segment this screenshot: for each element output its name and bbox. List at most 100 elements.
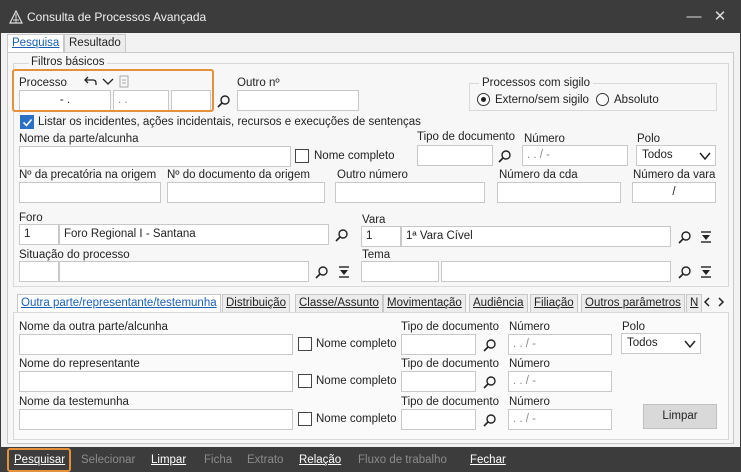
numero-cda-input[interactable]	[497, 182, 621, 203]
test-nome-completo-label: Nome completo	[316, 413, 397, 425]
tema-name-input[interactable]	[441, 261, 671, 282]
nome-completo-label: Nome completo	[314, 150, 395, 162]
fechar-button[interactable]: Fechar	[470, 454, 506, 466]
tab-classe-assunto[interactable]: Classe/Assunto	[295, 294, 383, 312]
precatoria-input[interactable]	[19, 182, 161, 203]
fluxo-trabalho-button[interactable]: Fluxo de trabalho	[358, 454, 447, 466]
search-icon[interactable]	[217, 94, 231, 108]
numero-label: Número	[524, 133, 565, 145]
search-icon[interactable]	[678, 230, 692, 244]
doc-origem-input[interactable]	[167, 182, 325, 203]
app-logo-icon	[9, 10, 23, 24]
listar-incidentes-label: Listar os incidentes, ações incidentais,…	[38, 116, 421, 128]
foro-name-input[interactable]: Foro Regional I - Santana	[59, 224, 329, 245]
vara-name-input[interactable]: 1ª Vara Cível	[401, 226, 671, 247]
tab-distribuicao[interactable]: Distribuição	[222, 294, 291, 312]
search-icon[interactable]	[483, 375, 497, 389]
polo-value: Todos	[642, 149, 673, 161]
search-icon[interactable]	[335, 228, 349, 242]
sigilo-label: Processos com sigilo	[479, 77, 594, 89]
nome-testemunha-input[interactable]	[19, 409, 293, 430]
sigilo-absoluto-label: Absoluto	[614, 94, 659, 106]
search-icon[interactable]	[315, 265, 329, 279]
outra-numero-input[interactable]: . . / -	[508, 334, 612, 355]
foro-label: Foro	[19, 212, 43, 224]
ficha-button[interactable]: Ficha	[204, 454, 232, 466]
tema-label: Tema	[362, 249, 391, 261]
close-button[interactable]: ✕	[710, 7, 730, 27]
repr-nome-completo-checkbox[interactable]	[298, 374, 312, 388]
limpar-outra-button[interactable]: Limpar	[643, 404, 717, 429]
nome-parte-input[interactable]	[19, 146, 291, 167]
filter-icon[interactable]	[699, 230, 713, 244]
situacao-code-input[interactable]	[19, 261, 59, 282]
situacao-name-input[interactable]	[59, 261, 309, 282]
footer-toolbar: Pesquisar Selecionar Limpar Ficha Extrat…	[1, 447, 740, 472]
chevron-left-icon[interactable]	[701, 295, 713, 309]
title-bar: Consulta de Processos Avançada — ✕	[1, 1, 740, 33]
outro-numero-2-input[interactable]	[335, 182, 485, 203]
tema-code-input[interactable]	[361, 261, 439, 282]
tab-resultado[interactable]: Resultado	[64, 34, 126, 52]
outra-polo-select[interactable]: Todos	[621, 333, 701, 354]
outro-numero-2-label: Outro número	[337, 169, 408, 181]
tab-filiacao[interactable]: Filiação	[530, 294, 578, 312]
extrato-button[interactable]: Extrato	[247, 454, 283, 466]
outro-numero-input[interactable]	[237, 90, 359, 111]
search-icon[interactable]	[678, 265, 692, 279]
foro-code-input[interactable]: 1	[19, 224, 59, 245]
tab-outra-parte[interactable]: Outra parte/representante/testemunha	[17, 294, 221, 312]
nome-testemunha-label: Nome da testemunha	[19, 396, 129, 408]
repr-numero-label: Número	[509, 358, 550, 370]
test-tipo-doc-label: Tipo de documento	[401, 396, 500, 408]
nome-outra-label: Nome da outra parte/alcunha	[19, 321, 168, 333]
situacao-label: Situação do processo	[19, 249, 130, 261]
repr-nome-completo-label: Nome completo	[316, 375, 397, 387]
test-tipo-doc-input[interactable]	[401, 409, 476, 430]
listar-incidentes-checkbox[interactable]	[20, 115, 34, 129]
outra-polo-value: Todos	[627, 337, 658, 349]
tab-pesquisa[interactable]: Pesquisa	[7, 34, 65, 53]
numero-cda-label: Número da cda	[499, 169, 578, 181]
doc-origem-label: Nº do documento da origem	[167, 169, 310, 181]
test-nome-completo-checkbox[interactable]	[298, 412, 312, 426]
repr-tipo-doc-input[interactable]	[401, 371, 476, 392]
outra-nome-completo-checkbox[interactable]	[298, 337, 312, 351]
outra-polo-label: Polo	[622, 321, 646, 333]
numero-vara-input[interactable]: /	[632, 182, 716, 203]
window-title: Consulta de Processos Avançada	[27, 10, 207, 24]
repr-numero-input[interactable]: . . / -	[508, 371, 612, 392]
polo-select[interactable]: Todos	[636, 145, 716, 166]
nome-completo-checkbox[interactable]	[295, 149, 309, 163]
sigilo-absoluto-radio[interactable]	[596, 93, 609, 106]
filter-icon[interactable]	[337, 265, 351, 279]
limpar-button[interactable]: Limpar	[151, 454, 186, 466]
relacao-button[interactable]: Relação	[299, 454, 341, 466]
sub-tabs: Outra parte/representante/testemunha Dis…	[17, 294, 717, 312]
tab-audiencia[interactable]: Audiência	[469, 294, 528, 312]
chevron-down-icon	[684, 340, 696, 349]
tab-more[interactable]: N	[686, 294, 703, 312]
outra-tipo-doc-input[interactable]	[401, 334, 476, 355]
outro-numero-label: Outro nº	[237, 77, 280, 89]
numero-input[interactable]: . . / -	[522, 145, 628, 166]
minimize-button[interactable]: —	[684, 7, 704, 27]
search-icon[interactable]	[498, 149, 512, 163]
sigilo-externo-radio[interactable]	[477, 93, 490, 106]
chevron-down-icon	[699, 152, 711, 161]
polo-label: Polo	[637, 133, 661, 145]
test-numero-input[interactable]: . . / -	[508, 409, 612, 430]
nome-representante-label: Nome do representante	[19, 358, 140, 370]
vara-code-input[interactable]: 1	[361, 226, 401, 247]
selecionar-button[interactable]: Selecionar	[81, 454, 135, 466]
tab-movimentacao[interactable]: Movimentação	[383, 294, 466, 312]
numero-vara-label: Número da vara	[633, 169, 716, 181]
chevron-right-icon[interactable]	[715, 295, 727, 309]
search-icon[interactable]	[483, 413, 497, 427]
tab-outros-parametros[interactable]: Outros parâmetros	[581, 294, 685, 312]
filter-icon[interactable]	[699, 265, 713, 279]
tipo-documento-input[interactable]	[417, 145, 493, 166]
search-icon[interactable]	[483, 338, 497, 352]
nome-representante-input[interactable]	[19, 371, 293, 392]
nome-outra-input[interactable]	[19, 334, 293, 355]
